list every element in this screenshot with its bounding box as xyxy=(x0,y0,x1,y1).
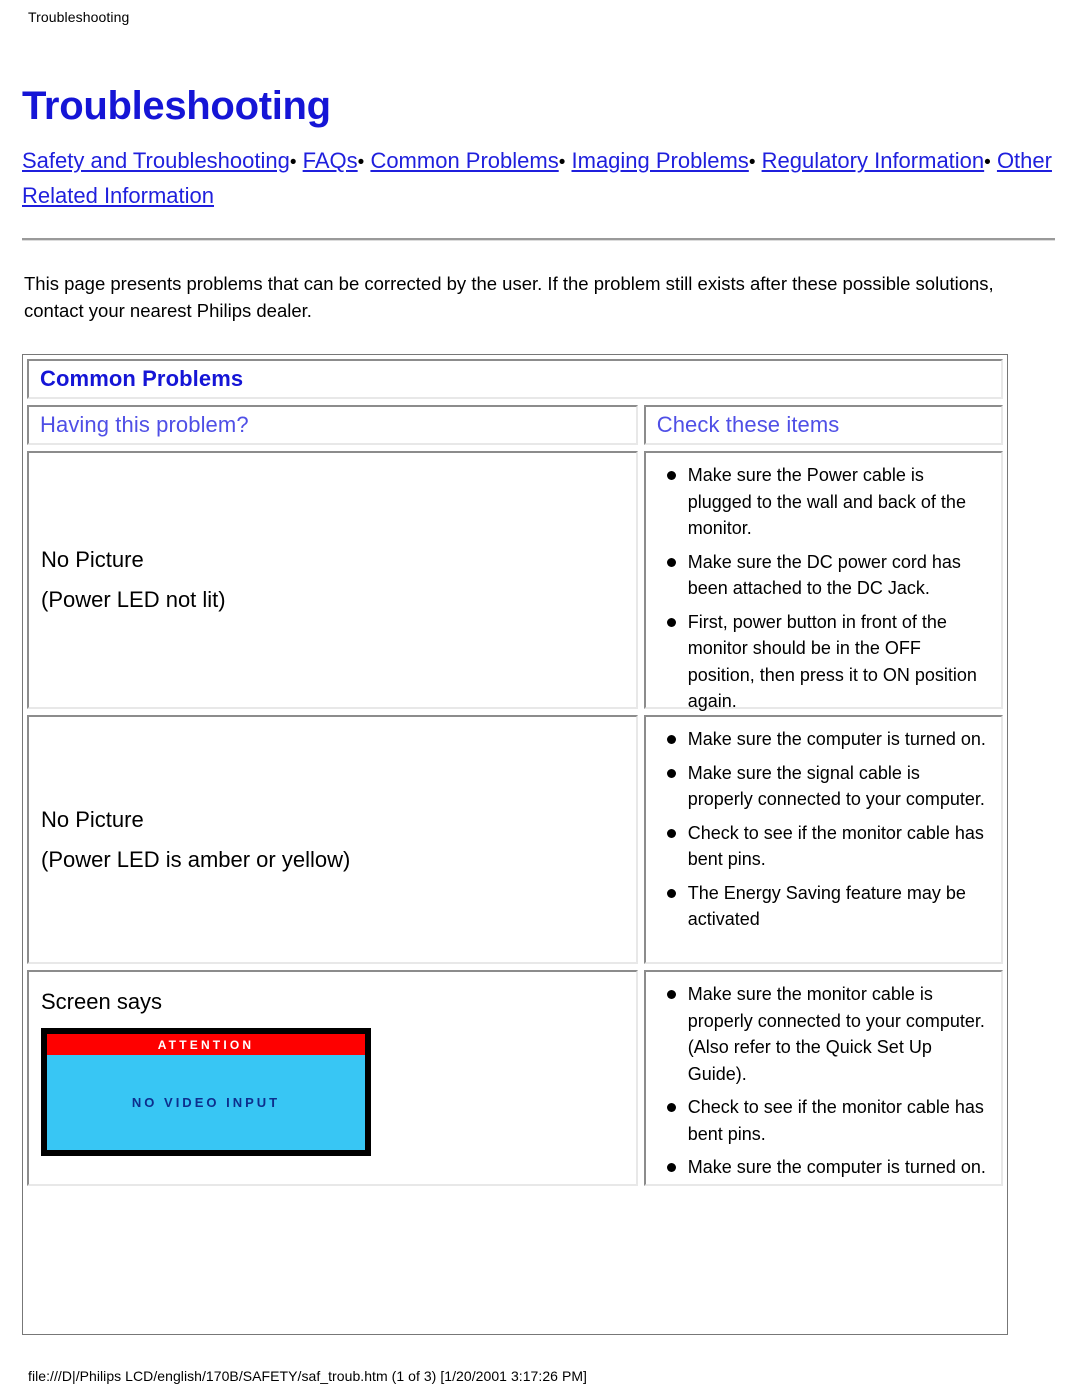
nav-separator: • xyxy=(748,152,756,173)
check-items-cell: Make sure the computer is turned on. Mak… xyxy=(643,715,1003,964)
table-header-row: Having this problem? Check these items xyxy=(27,405,1003,445)
list-item: The Energy Saving feature may be activat… xyxy=(666,880,989,933)
table-empty-tail xyxy=(27,1192,1003,1362)
column-header-items: Check these items xyxy=(643,405,1003,445)
list-item: First, power button in front of the moni… xyxy=(666,609,989,715)
nav-link-safety-and-troubleshooting[interactable]: Safety and Troubleshooting xyxy=(22,148,290,173)
table-row: No Picture (Power LED not lit) Make sure… xyxy=(27,451,1003,711)
intro-paragraph: This page presents problems that can be … xyxy=(24,273,994,321)
list-item: Make sure the computer is turned on. xyxy=(666,726,989,753)
list-item: Make sure the computer is turned on. xyxy=(666,1154,989,1181)
nav-separator: • xyxy=(357,152,365,173)
problem-cell: No Picture (Power LED not lit) xyxy=(27,451,638,709)
list-item: Check to see if the monitor cable has be… xyxy=(666,1094,989,1147)
table-row: No Picture (Power LED is amber or yellow… xyxy=(27,715,1003,964)
list-item: Check to see if the monitor cable has be… xyxy=(666,820,989,873)
nav-link-common-problems[interactable]: Common Problems xyxy=(370,148,558,173)
column-header-problem: Having this problem? xyxy=(27,405,638,445)
common-problems-table: Common Problems Having this problem? Che… xyxy=(22,354,1008,1335)
check-items-cell: Make sure the monitor cable is properly … xyxy=(643,970,1003,1186)
table-caption: Common Problems xyxy=(40,366,244,391)
osd-attention-graphic: ATTENTION NO VIDEO INPUT xyxy=(41,1028,371,1156)
column-header-problem-label: Having this problem? xyxy=(40,412,249,437)
check-items-list: Make sure the monitor cable is properly … xyxy=(646,981,993,1181)
osd-title-bar: ATTENTION xyxy=(47,1034,365,1055)
page-content: Troubleshooting Safety and Troubleshooti… xyxy=(22,82,1058,324)
nav-separator: • xyxy=(558,152,566,173)
problem-cell: No Picture (Power LED is amber or yellow… xyxy=(27,715,638,964)
running-header: Troubleshooting xyxy=(28,9,130,25)
nav-link-faqs[interactable]: FAQs xyxy=(303,148,358,173)
nav-link-imaging-problems[interactable]: Imaging Problems xyxy=(572,148,749,173)
osd-title-text: ATTENTION xyxy=(157,1037,255,1052)
list-item: Make sure the Power cable is plugged to … xyxy=(666,462,989,542)
page-title: Troubleshooting xyxy=(22,84,331,128)
problem-line: No Picture xyxy=(41,806,144,832)
problem-line: (Power LED is amber or yellow) xyxy=(41,846,351,872)
check-items-cell: Make sure the Power cable is plugged to … xyxy=(643,451,1003,711)
breadcrumb-nav: Safety and Troubleshooting• FAQs• Common… xyxy=(22,144,1058,212)
page-footer: file:///D|/Philips LCD/english/170B/SAFE… xyxy=(28,1368,587,1384)
osd-message-text: NO VIDEO INPUT xyxy=(131,1095,281,1110)
nav-link-regulatory-information[interactable]: Regulatory Information xyxy=(762,148,985,173)
nav-separator: • xyxy=(984,152,991,173)
check-items-list: Make sure the Power cable is plugged to … xyxy=(646,462,993,715)
check-items-list: Make sure the computer is turned on. Mak… xyxy=(646,726,993,933)
horizontal-divider xyxy=(22,238,1055,241)
problem-line: (Power LED not lit) xyxy=(41,587,226,612)
problem-line: No Picture xyxy=(41,547,144,572)
table-row: Screen says ATTENTION NO VIDEO INPUT Mak… xyxy=(27,970,1003,1186)
list-item: Make sure the signal cable is properly c… xyxy=(666,760,989,813)
problem-line: Screen says xyxy=(41,989,163,1014)
nav-separator: • xyxy=(289,152,297,173)
list-item: Make sure the DC power cord has been att… xyxy=(666,549,989,602)
table-caption-cell: Common Problems xyxy=(27,359,1003,399)
problem-cell: Screen says ATTENTION NO VIDEO INPUT xyxy=(27,970,638,1186)
osd-screen-body: NO VIDEO INPUT xyxy=(47,1055,365,1150)
column-header-items-label: Check these items xyxy=(656,412,840,437)
list-item: Make sure the monitor cable is properly … xyxy=(666,981,989,1087)
